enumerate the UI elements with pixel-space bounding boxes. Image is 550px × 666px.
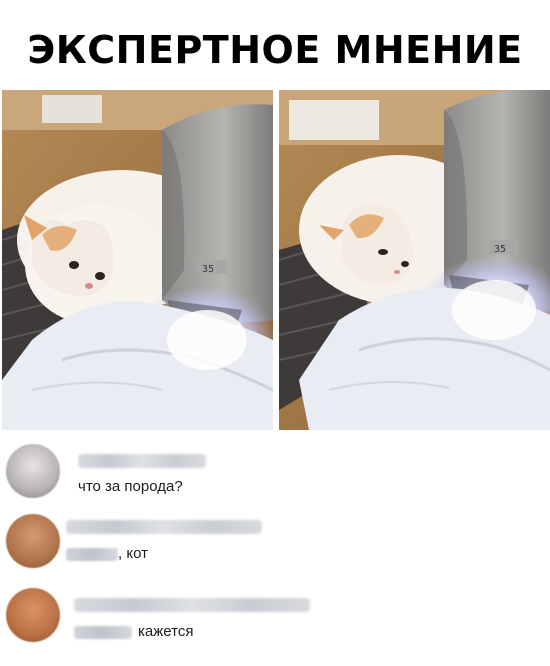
comment-1: что за порода? [0,440,550,500]
photo-pair: 35 35 [2,90,550,430]
svg-text:35: 35 [202,264,214,275]
blurred-username[interactable] [78,454,206,468]
avatar[interactable] [6,588,60,642]
cat-photo-left: 35 [2,90,273,430]
blurred-mention[interactable] [66,548,118,561]
comment-2: , кот [0,510,550,570]
blurred-username[interactable] [74,598,310,612]
svg-text:35: 35 [494,244,506,255]
meme-title: ЭКСПЕРТНОЕ МНЕНИЕ [27,28,523,72]
avatar[interactable] [6,514,60,568]
cat-photo-right: 35 [279,90,550,430]
cat-scene-left: 35 [2,90,273,430]
comment-text: что за порода? [78,478,183,495]
avatar[interactable] [6,444,60,498]
blurred-mention[interactable] [74,626,132,639]
comments-section: что за порода? , кот кажется [0,440,550,660]
comment-text: кажется [138,623,194,640]
blurred-username[interactable] [66,520,262,534]
comment-text: , кот [118,545,148,562]
cat-scene-right: 35 [279,90,550,430]
comment-3: кажется [0,584,550,644]
